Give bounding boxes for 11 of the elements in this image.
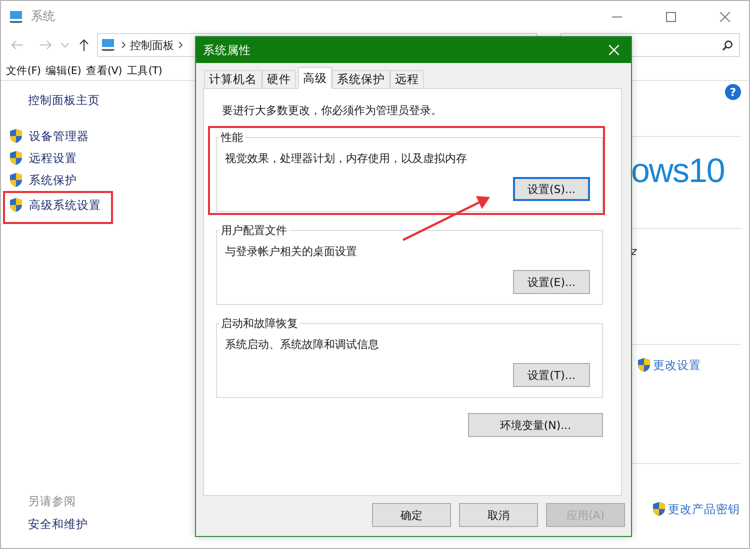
window-title: 系统 bbox=[31, 8, 56, 25]
group-title: 启动和故障恢复 bbox=[220, 316, 299, 331]
notice-text: 要进行大多数更改，你必须作为管理员登录。 bbox=[222, 103, 443, 118]
group-description: 视觉效果，处理器计划，内存使用，以及虚拟内存 bbox=[225, 151, 468, 166]
group-title: 性能 bbox=[220, 130, 244, 145]
section-heading: 另请参阅 bbox=[28, 494, 77, 509]
windows-logo-text: ows10 bbox=[631, 154, 726, 188]
group-title: 用户配置文件 bbox=[220, 223, 288, 238]
group-description: 系统启动、系统故障和调试信息 bbox=[225, 337, 380, 352]
group-description: 与登录帐户相关的桌面设置 bbox=[225, 244, 358, 259]
dialog-title: 系统属性 bbox=[203, 42, 252, 58]
